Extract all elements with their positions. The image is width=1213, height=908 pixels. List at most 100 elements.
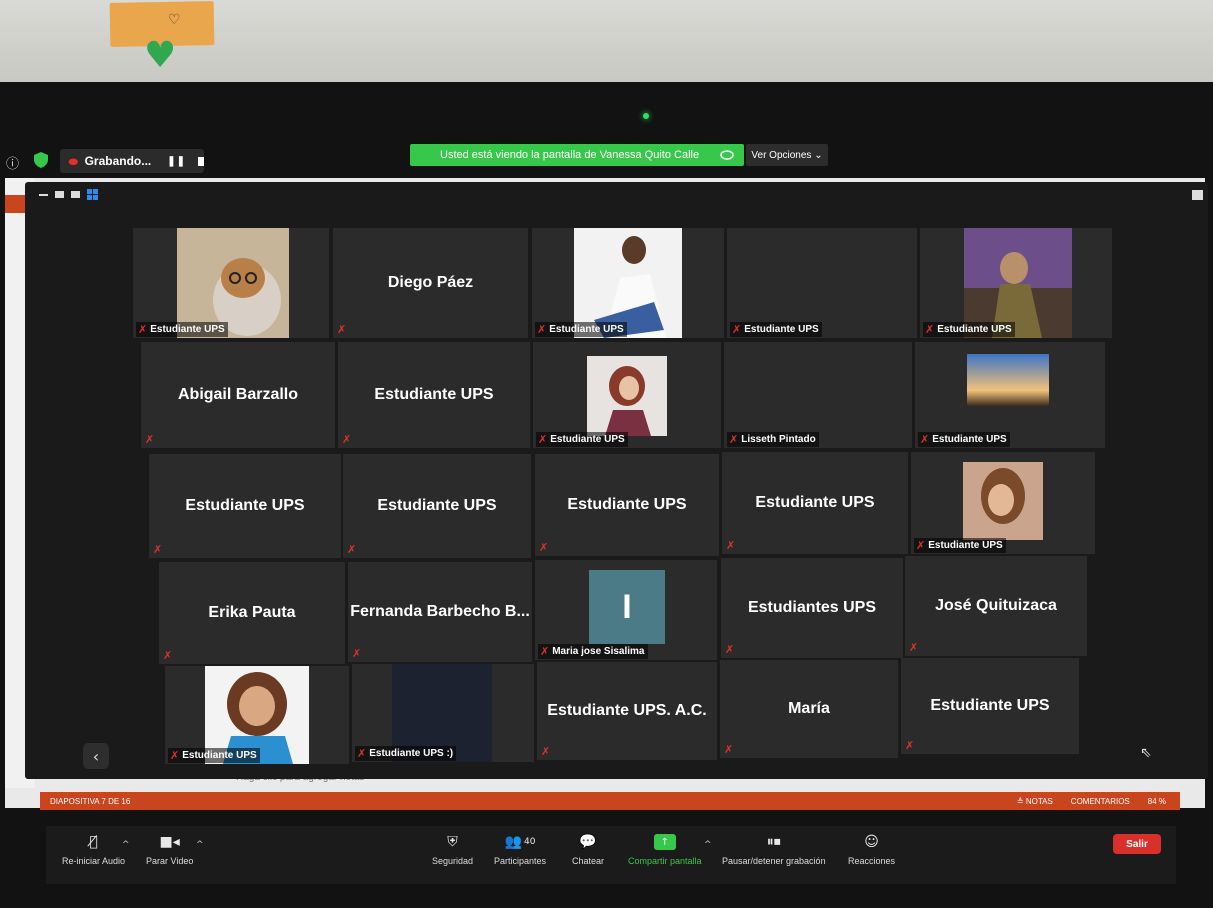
audio-button[interactable]: 🎙̸ Re-iniciar Audio [62,832,125,866]
stop-recording-icon[interactable] [198,156,204,166]
video-tile[interactable]: Fernanda Barbecho B... ✗ [348,562,532,662]
video-tile[interactable]: Estudiante UPS ✗ [535,454,719,556]
participant-name: Estudiante UPS [928,540,1003,551]
minimize-icon[interactable] [39,193,48,196]
comments-button[interactable]: COMENTARIOS [1071,797,1130,806]
mic-muted-icon: ✗ [909,641,919,654]
green-heart-icon: ♥ [144,35,177,76]
webcam-light-icon [643,113,649,119]
participant-label: ✗ Estudiante UPS [923,322,1015,337]
participants-icon: 👥 40 [504,834,536,850]
video-tile[interactable]: Estudiantes UPS ✗ [721,558,903,658]
info-icon[interactable]: ⓘ [6,153,19,172]
participants-count: 40 [524,837,536,847]
video-tile[interactable]: Estudiante UPS ✗ [149,454,341,558]
video-tile[interactable]: Abigail Barzallo ✗ [141,342,335,448]
security-button[interactable]: ⛨ Seguridad [432,832,473,866]
gallery-view-icon[interactable] [87,189,98,200]
participant-label: ✗ Estudiante UPS [730,322,822,337]
mic-muted-icon: ✗ [725,643,735,656]
video-tile[interactable]: ✗ Estudiante UPS [532,228,724,338]
chat-bubble-icon: 💬 [579,834,597,850]
sticky-heart-icon: ♡ [168,12,181,28]
share-screen-icon: ↑ [653,834,676,850]
pause-recording-icon[interactable]: ❚❚ [167,156,186,167]
participant-name: Estudiante UPS :) [369,748,454,759]
participant-name: Estudiante UPS [567,496,687,513]
ppt-file-tab[interactable] [5,195,25,213]
reactions-button[interactable]: ☺ Reacciones [848,832,895,866]
chat-button[interactable]: 💬 Chatear [572,832,604,866]
participant-label: ✗ Lisseth Pintado [727,432,819,447]
video-tile[interactable]: Estudiante UPS ✗ [338,342,530,448]
video-tile[interactable]: ✗ Estudiante UPS [920,228,1112,338]
leave-meeting-button[interactable]: Salir [1113,834,1161,854]
video-label: Parar Video [146,856,194,866]
video-tile[interactable]: Estudiante UPS ✗ [901,658,1079,754]
shield-icon[interactable] [34,152,48,168]
video-tile[interactable]: I ✗ Maria jose Sisalima [535,560,717,660]
mic-muted-icon: ✗ [539,541,549,554]
participant-name: Fernanda Barbecho B... [350,603,530,620]
participant-name: Estudiante UPS. A.C. [547,702,707,719]
video-tile[interactable]: Estudiante UPS. A.C. ✗ [537,662,717,760]
participant-name: Estudiante UPS [549,324,624,335]
participant-label: ✗ Estudiante UPS [136,322,228,337]
mic-muted-icon: ✗ [163,649,173,662]
previous-page-button[interactable]: ‹ [83,743,109,769]
video-tile[interactable]: María ✗ [720,660,898,758]
recording-control-button[interactable]: ⏸⏹ Pausar/detener grabación [722,832,826,866]
meeting-toolbar: 🎙̸ Re-iniciar Audio ^ ■◂ Parar Video ^ ⛨… [46,826,1176,884]
view-options-button[interactable]: Ver Opciones ⌄ [746,144,828,166]
speaker-view-icon[interactable] [71,191,80,198]
video-tile[interactable]: Diego Páez ✗ [333,228,528,338]
video-tile[interactable]: ✗ Estudiante UPS [165,666,349,764]
participant-label: ✗ Estudiante UPS [168,748,260,763]
cloud-icon [720,150,734,160]
video-tile[interactable]: José Quituizaca ✗ [905,556,1087,656]
video-tile[interactable]: ✗ Estudiante UPS [911,452,1095,554]
zoom-level[interactable]: 84 % [1148,797,1166,806]
mic-muted-icon: ✗ [732,323,742,336]
mic-muted-icon: ✗ [916,539,926,552]
video-options-chevron-icon[interactable]: ^ [196,840,204,850]
participant-name: Abigail Barzallo [177,386,299,403]
mic-muted-icon: ✗ [726,539,736,552]
mic-muted-icon: ✗ [724,743,734,756]
participant-photo [587,356,667,436]
video-tile[interactable]: Erika Pauta ✗ [159,562,345,664]
participants-button[interactable]: 👥 40 Participantes [494,832,546,866]
participant-name: Estudiante UPS [150,324,225,335]
video-button[interactable]: ■◂ Parar Video [146,832,193,866]
video-tile[interactable]: ✗ Lisseth Pintado [724,342,912,448]
slide-counter: DIAPOSITIVA 7 DE 16 [50,796,131,806]
notes-button[interactable]: ≜ NOTAS [1017,797,1053,806]
mic-muted-icon: ✗ [138,323,148,336]
video-tile[interactable]: ✗ Estudiante UPS :) [352,664,534,762]
video-tile[interactable]: ✗ Estudiante UPS [133,228,329,338]
mic-muted-icon: ✗ [347,543,357,556]
restore-icon[interactable] [55,191,64,198]
mic-muted-icon: ✗ [153,543,163,556]
participant-name: Estudiante UPS [185,497,305,514]
shield-icon: ⛨ [447,834,458,850]
video-tile[interactable]: ✗ Estudiante UPS [533,342,721,448]
participant-name: Estudiante UPS [755,494,875,511]
video-tile[interactable]: ✗ Estudiante UPS [915,342,1105,448]
share-options-chevron-icon[interactable]: ^ [704,840,712,850]
mic-muted-icon: ✗ [925,323,935,336]
participant-name: Estudiante UPS [182,750,257,761]
audio-options-chevron-icon[interactable]: ^ [122,840,130,850]
ppt-status-bar: DIAPOSITIVA 7 DE 16 ≜ NOTAS COMENTARIOS … [40,792,1180,810]
recording-label: Grabando... [84,154,152,168]
chat-label: Chatear [572,856,605,866]
video-tile[interactable]: ✗ Estudiante UPS [727,228,917,338]
mic-muted-icon: ✗ [729,433,739,446]
video-tile[interactable]: Estudiante UPS ✗ [343,454,531,558]
screen-share-banner: Usted está viendo la pantalla de Vanessa… [410,144,744,166]
fullscreen-icon[interactable] [1192,190,1203,200]
mic-muted-icon: ✗ [145,433,155,446]
video-tile[interactable]: Estudiante UPS ✗ [722,452,908,554]
participant-name: José Quituizaca [935,597,1057,614]
share-screen-button[interactable]: ↑ Compartir pantalla [628,832,702,866]
